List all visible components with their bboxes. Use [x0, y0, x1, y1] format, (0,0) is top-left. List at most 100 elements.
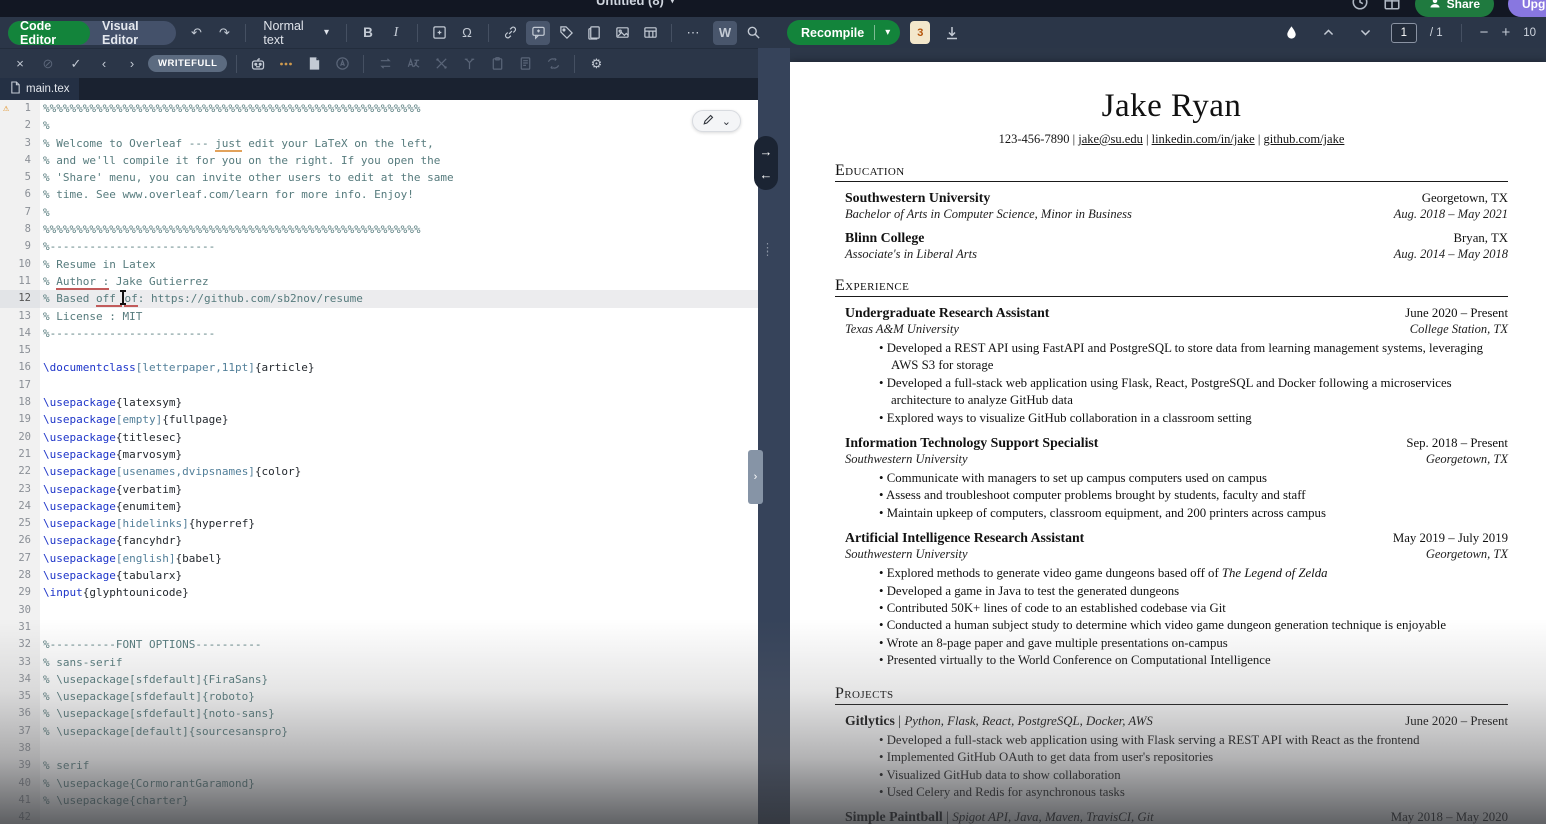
share-button[interactable]: Share	[1414, 0, 1494, 17]
suggestions-dots-icon[interactable]	[274, 52, 298, 76]
undo-button[interactable]: ↶	[184, 21, 208, 45]
contact-link[interactable]: github.com/jake	[1263, 132, 1344, 146]
layout-icon[interactable]	[1383, 0, 1401, 16]
code-line[interactable]: 40% \usepackage{CormorantGaramond}	[0, 774, 773, 792]
pane-divider[interactable]: → ← ⋮ ⋮ ›	[748, 48, 790, 824]
document-check-icon[interactable]	[302, 52, 326, 76]
tab-main-tex[interactable]: main.tex	[0, 78, 80, 100]
divider-resize-handle[interactable]: ›	[748, 450, 763, 504]
reject-all-icon[interactable]: ⊘	[36, 52, 60, 76]
synonym-swap-icon[interactable]	[541, 52, 565, 76]
contact-link[interactable]: linkedin.com/in/jake	[1152, 132, 1255, 146]
language-check-icon[interactable]	[330, 52, 354, 76]
writefull-w-button[interactable]: W	[713, 20, 737, 45]
code-line[interactable]: 10% Resume in Latex	[0, 255, 773, 273]
italic-button[interactable]: I	[384, 21, 408, 45]
accept-all-icon[interactable]: ✓	[64, 52, 88, 76]
edit-suggestion-widget[interactable]: ⌄	[691, 110, 741, 132]
insert-citation-button[interactable]	[582, 21, 606, 45]
code-line[interactable]: 41% \usepackage{charter}	[0, 791, 773, 810]
code-line[interactable]: 25 \usepackage[hidelinks]{hyperref}	[0, 515, 773, 533]
recompile-button[interactable]: Recompile ▾	[787, 20, 901, 45]
sync-to-pdf-icon[interactable]: →	[760, 144, 773, 159]
code-line[interactable]: 31	[0, 618, 773, 637]
clipboard-icon[interactable]	[485, 52, 509, 76]
code-line[interactable]: 13% License : MIT	[0, 307, 773, 325]
code-line[interactable]: 29 \input{glyphtounicode}	[0, 584, 773, 602]
code-editor-surface[interactable]: ⚠ 1%%%%%%%%%%%%%%%%%%%%%%%%%%%%%%%%%%%%%%…	[0, 100, 773, 824]
code-line[interactable]: 32 %----------FONT OPTIONS----------	[0, 636, 773, 654]
code-line[interactable]: ⚠ 1%%%%%%%%%%%%%%%%%%%%%%%%%%%%%%%%%%%%%%…	[0, 100, 773, 118]
translate-icon[interactable]	[401, 52, 425, 76]
redo-button[interactable]: ↷	[212, 21, 236, 45]
insert-symbol-button[interactable]: Ω	[455, 21, 479, 45]
code-line[interactable]: 3% Welcome to Overleaf --- just edit you…	[0, 134, 773, 152]
more-tools-button[interactable]: ⋯	[681, 21, 705, 45]
next-suggestion-button[interactable]: ›	[120, 52, 144, 76]
code-line[interactable]: 23 \usepackage{verbatim}	[0, 480, 773, 498]
code-editor-tab[interactable]: Code Editor	[8, 20, 91, 45]
code-line[interactable]: 14 %-------------------------	[0, 324, 773, 343]
code-line[interactable]: 7%	[0, 203, 773, 222]
code-line[interactable]: 42	[0, 809, 773, 824]
code-line[interactable]: 19 \usepackage[empty]{fullpage}	[0, 411, 773, 429]
code-line[interactable]: 20 \usepackage{titlesec}	[0, 428, 773, 446]
insert-table-button[interactable]	[638, 21, 662, 45]
code-line[interactable]: 24 \usepackage{enumitem}	[0, 497, 773, 516]
upgrade-button[interactable]: Upgrade	[1508, 0, 1546, 17]
logs-warning-badge[interactable]: 3	[910, 21, 931, 44]
zoom-in-button[interactable]: +	[1501, 24, 1510, 41]
code-line[interactable]: 37% \usepackage[default]{sourcesanspro}	[0, 722, 773, 740]
code-line[interactable]: 2%	[0, 117, 773, 135]
code-line[interactable]: 39% serif	[0, 757, 773, 775]
gear-icon[interactable]: ⚙	[584, 52, 608, 76]
bold-button[interactable]: B	[356, 21, 380, 45]
abstract-doc-icon[interactable]	[513, 52, 537, 76]
tag-icon[interactable]	[554, 21, 578, 45]
code-line[interactable]: 9 %-------------------------	[0, 238, 773, 256]
paragraph-style-dropdown[interactable]: Normal text ▾	[255, 19, 337, 47]
code-line[interactable]: 16 \documentclass[letterpaper,11pt]{artic…	[0, 359, 773, 377]
add-comment-button[interactable]	[526, 20, 550, 45]
search-icon[interactable]	[741, 21, 765, 45]
insert-link-button[interactable]	[498, 21, 522, 45]
page-number-input[interactable]	[1390, 22, 1417, 43]
code-line[interactable]: 8%%%%%%%%%%%%%%%%%%%%%%%%%%%%%%%%%%%%%%%…	[0, 221, 773, 239]
code-line[interactable]: 6% time. See www.overleaf.com/learn for …	[0, 186, 773, 204]
code-line[interactable]: 36% \usepackage[sfdefault]{noto-sans}	[0, 705, 773, 723]
writefull-badge[interactable]: WRITEFULL	[148, 55, 228, 72]
insert-math-button[interactable]	[427, 21, 451, 45]
pdf-viewport[interactable]: Jake Ryan 123-456-7890 | jake@su.edu | l…	[773, 48, 1546, 824]
code-line[interactable]: 4% and we'll compile it for you on the r…	[0, 151, 773, 170]
code-line[interactable]: 26 \usepackage{fancyhdr}	[0, 532, 773, 550]
code-line[interactable]: 35% \usepackage[sfdefault]{roboto}	[0, 688, 773, 706]
page-up-icon[interactable]	[1317, 21, 1341, 45]
contrast-icon[interactable]	[1280, 21, 1304, 45]
prev-suggestion-button[interactable]: ‹	[92, 52, 116, 76]
code-line[interactable]: 34% \usepackage[sfdefault]{FiraSans}	[0, 670, 773, 689]
code-line[interactable]: 30	[0, 601, 773, 619]
project-title-button[interactable]: Untitled (8) ▾	[596, 0, 675, 8]
ai-assistant-icon[interactable]	[246, 52, 270, 76]
code-line[interactable]: 11% Author : Jake Gutierrez	[0, 272, 773, 291]
join-sentence-icon[interactable]	[457, 52, 481, 76]
split-sentence-icon[interactable]	[429, 52, 453, 76]
code-line[interactable]: 17	[0, 376, 773, 395]
code-line[interactable]: 38	[0, 739, 773, 758]
code-line[interactable]: 15	[0, 342, 773, 360]
sync-to-code-icon[interactable]: ←	[760, 167, 773, 182]
paraphrase-icon[interactable]	[373, 52, 397, 76]
close-icon[interactable]: ×	[8, 52, 32, 76]
code-line[interactable]: 12% Based off of: https://github.com/sb2…	[0, 290, 773, 308]
divider-drag-dots[interactable]: ⋮ ⋮	[762, 243, 773, 258]
visual-editor-tab[interactable]: Visual Editor	[90, 21, 176, 45]
code-line[interactable]: 5% 'Share' menu, you can invite other us…	[0, 169, 773, 187]
code-line[interactable]: 18 \usepackage{latexsym}	[0, 394, 773, 412]
code-line[interactable]: 21 \usepackage{marvosym}	[0, 445, 773, 464]
contact-link[interactable]: jake@su.edu	[1078, 132, 1143, 146]
code-line[interactable]: 33% sans-serif	[0, 653, 773, 671]
insert-figure-button[interactable]	[610, 21, 634, 45]
download-pdf-icon[interactable]	[940, 21, 964, 45]
code-line[interactable]: 22 \usepackage[usenames,dvipsnames]{color…	[0, 463, 773, 481]
chevron-down-icon[interactable]: ▾	[875, 27, 900, 38]
